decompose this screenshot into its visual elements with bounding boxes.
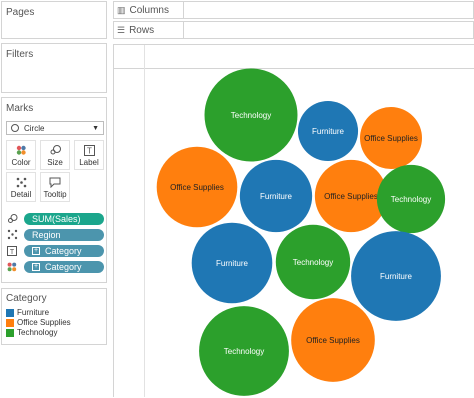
- legend-label: Technology: [17, 328, 58, 337]
- category-label-pill[interactable]: + Category: [24, 244, 104, 257]
- columns-drop-zone[interactable]: [184, 2, 473, 18]
- category-label-pill-text: Category: [45, 245, 82, 256]
- detail-button[interactable]: Detail: [6, 172, 36, 202]
- bubble-label: Technology: [231, 111, 271, 120]
- bubble-furniture[interactable]: Furniture: [239, 159, 313, 233]
- legend-title: Category: [6, 293, 47, 304]
- bubble-label: Office Supplies: [324, 192, 378, 201]
- bubble-label: Technology: [224, 347, 264, 356]
- bubble-label: Office Supplies: [364, 134, 418, 143]
- rows-drop-zone[interactable]: [184, 22, 473, 38]
- color-icon: [6, 261, 18, 273]
- viz-canvas[interactable]: Technology Furniture Office Supplies Office…: [113, 44, 474, 397]
- bubble-label: Furniture: [380, 272, 413, 281]
- bubble-technology[interactable]: Technology: [376, 164, 446, 234]
- rows-icon: ☰: [117, 24, 126, 35]
- size-button[interactable]: Size: [40, 140, 70, 170]
- legend-label: Office Supplies: [17, 318, 71, 327]
- bubble-office-supplies[interactable]: Office Supplies: [291, 298, 375, 382]
- bubble-furniture[interactable]: Furniture: [191, 222, 273, 304]
- bubble-technology[interactable]: Technology: [204, 68, 298, 162]
- filters-card[interactable]: Filters: [1, 43, 107, 93]
- bubble-technology[interactable]: Technology: [199, 306, 289, 396]
- pill-row-size: SUM(Sales): [6, 212, 104, 225]
- legend-swatch: [6, 328, 14, 337]
- filters-title: Filters: [6, 49, 34, 60]
- plus-icon: +: [32, 246, 40, 255]
- pages-card[interactable]: Pages: [1, 1, 107, 39]
- bubble-office-supplies[interactable]: Office Supplies: [314, 159, 388, 233]
- legend-item-furniture[interactable]: Furniture: [6, 308, 106, 317]
- mark-type-dropdown[interactable]: Circle ▼: [6, 121, 104, 135]
- svg-text:T: T: [10, 249, 15, 256]
- svg-text:T: T: [87, 146, 92, 155]
- detail-label: Detail: [10, 190, 32, 199]
- columns-shelf[interactable]: ▥ Columns: [113, 1, 474, 19]
- text-label-icon: T: [6, 245, 18, 257]
- pill-row-detail: Region: [6, 228, 104, 241]
- size-icon: [49, 143, 61, 157]
- legend-item-office-supplies[interactable]: Office Supplies: [6, 318, 106, 327]
- marks-card: Marks Circle ▼ Color Size T Label Detail…: [1, 97, 107, 283]
- detail-icon: [6, 229, 18, 241]
- bubble-label: Furniture: [312, 127, 345, 136]
- region-pill[interactable]: Region: [24, 228, 104, 241]
- pill-row-label: T + Category: [6, 244, 104, 257]
- detail-icon: [16, 175, 27, 189]
- sum-sales-pill[interactable]: SUM(Sales): [24, 212, 104, 225]
- packed-bubble-chart: Technology Furniture Office Supplies Office…: [156, 68, 446, 396]
- text-label-icon: T: [83, 143, 95, 157]
- legend-swatch: [6, 308, 14, 317]
- color-label: Color: [11, 158, 31, 167]
- marks-title: Marks: [6, 103, 34, 114]
- legend-item-technology[interactable]: Technology: [6, 328, 106, 337]
- bubble-technology[interactable]: Technology: [275, 224, 351, 300]
- chevron-down-icon: ▼: [92, 124, 99, 132]
- bubble-label: Technology: [293, 258, 333, 267]
- category-color-pill[interactable]: + Category: [24, 260, 104, 273]
- mark-type-value: Circle: [24, 123, 45, 133]
- label-label: Label: [79, 158, 99, 167]
- rows-shelf-label: ☰ Rows: [114, 22, 184, 38]
- pages-title: Pages: [6, 7, 35, 18]
- circle-icon: [11, 124, 19, 132]
- size-icon: [6, 213, 18, 225]
- legend-swatch: [6, 318, 14, 327]
- pill-row-color: + Category: [6, 260, 104, 273]
- bubble-office-supplies[interactable]: Office Supplies: [360, 107, 422, 169]
- columns-icon: ▥: [117, 4, 126, 15]
- columns-shelf-label: ▥ Columns: [114, 2, 184, 18]
- tooltip-label: Tooltip: [43, 190, 67, 199]
- rows-shelf[interactable]: ☰ Rows: [113, 21, 474, 39]
- color-icon: [16, 143, 26, 157]
- bubble-label: Office Supplies: [306, 336, 360, 345]
- bubble-office-supplies[interactable]: Office Supplies: [156, 146, 238, 228]
- bubble-label: Furniture: [216, 259, 249, 268]
- legend-label: Furniture: [17, 308, 50, 317]
- plus-icon: +: [32, 262, 40, 271]
- label-button[interactable]: T Label: [74, 140, 104, 170]
- color-legend: Category Furniture Office Supplies Techn…: [1, 288, 107, 345]
- size-label: Size: [47, 158, 63, 167]
- tooltip-button[interactable]: Tooltip: [40, 172, 70, 202]
- columns-label: Columns: [129, 4, 169, 16]
- bubble-label: Technology: [391, 195, 431, 204]
- bubble-furniture[interactable]: Furniture: [297, 100, 359, 162]
- category-color-pill-text: Category: [45, 261, 82, 272]
- speech-bubble-icon: [49, 175, 61, 189]
- bubble-furniture[interactable]: Furniture: [351, 231, 441, 321]
- bubble-label: Office Supplies: [170, 183, 224, 192]
- bubble-label: Furniture: [260, 192, 293, 201]
- rows-label: Rows: [129, 24, 155, 36]
- color-button[interactable]: Color: [6, 140, 36, 170]
